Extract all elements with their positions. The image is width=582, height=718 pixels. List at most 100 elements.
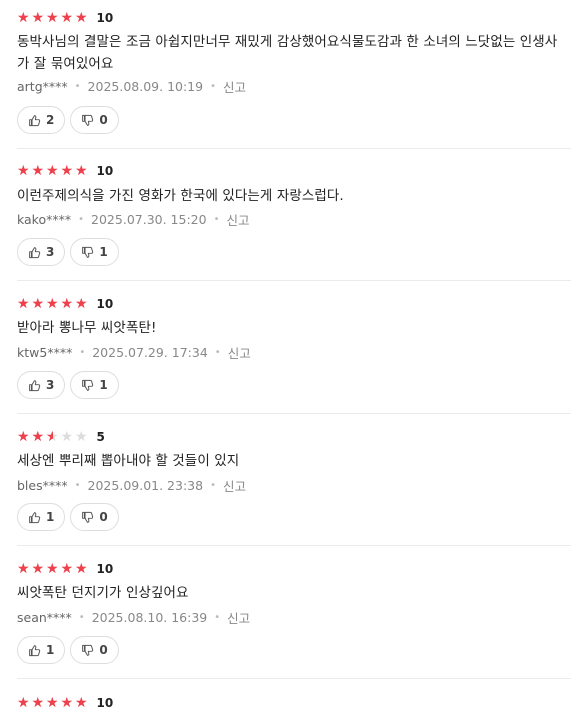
star-rating: ★★★★★★★★★★ xyxy=(17,430,90,444)
dislike-count: 0 xyxy=(99,510,108,524)
review-text: 씨앗폭탄 던지기가 인상깊어요 xyxy=(17,585,189,601)
star-rating: ★★★★★★★★★★ xyxy=(17,164,90,178)
review-meta: kako**** • 2025.07.30. 15:20 • 신고 xyxy=(17,210,250,229)
like-button[interactable]: 1 xyxy=(17,503,66,531)
review-item: ★ ★ ★ ★ ★ ★ ★ ★ ★ ★ 10 씨앗폭탄 던지기가 인상깊어요 sean**** •… xyxy=(17,546,571,679)
reviewer-id: ktw5**** xyxy=(17,345,73,360)
dislike-count: 1 xyxy=(99,378,108,392)
star-icon: ★★ xyxy=(60,163,74,179)
dislike-button[interactable]: 0 xyxy=(70,503,119,531)
star-icon: ★★ xyxy=(46,695,59,711)
dislike-count: 0 xyxy=(99,113,108,127)
separator-dot: • xyxy=(78,214,85,225)
star-icon: ★★ xyxy=(75,296,88,312)
review-item: ★ ★ ★ ★ ★ ★ ★ ★ ★ ★ 10 xyxy=(17,679,571,718)
report-link[interactable]: 신고 xyxy=(223,476,246,495)
thumbs-down-icon xyxy=(82,246,94,258)
vote-buttons: 2 0 xyxy=(17,106,124,134)
star-icon: ★★ xyxy=(46,163,59,179)
star-icon: ★★ xyxy=(75,10,88,26)
star-icon: ★★ xyxy=(60,429,74,445)
separator-dot: • xyxy=(74,480,81,491)
reviewer-id: bles**** xyxy=(17,478,68,493)
star-icon: ★★ xyxy=(17,163,30,179)
star-icon: ★★ xyxy=(46,296,59,312)
star-icon: ★★ xyxy=(17,429,30,445)
rating-score: 10 xyxy=(96,297,114,311)
vote-buttons: 1 0 xyxy=(17,503,124,531)
star-icon: ★★ xyxy=(60,10,74,26)
review-meta: ktw5**** • 2025.07.29. 17:34 • 신고 xyxy=(17,343,251,362)
star-icon: ★★ xyxy=(17,695,30,711)
star-icon: ★★ xyxy=(60,561,74,577)
like-button[interactable]: 1 xyxy=(17,636,66,664)
review-text: 동박사님의 결말은 조금 아쉽지만너무 재밌게 감상했어요식물도감과 한 소녀의… xyxy=(17,34,558,72)
rating-score: 5 xyxy=(96,430,105,444)
review-item: ★ ★ ★ ★ ★ ★ ★ ★ ★ ★ 10 받아라 뽕나무 씨앗폭탄! ktw5**** • 2… xyxy=(17,281,571,414)
star-rating: ★★★★★★★★★★ xyxy=(17,696,90,710)
review-text: 이런주제의식을 가진 영화가 한국에 있다는게 자랑스럽다. xyxy=(17,188,344,204)
report-link[interactable]: 신고 xyxy=(226,210,249,229)
review-text: 세상엔 뿌리째 뽑아내야 할 것들이 있지 xyxy=(17,453,240,469)
star-icon: ★★ xyxy=(46,429,59,445)
review-date: 2025.08.09. 10:19 xyxy=(87,79,204,94)
report-link[interactable]: 신고 xyxy=(223,77,246,96)
star-icon: ★★ xyxy=(75,695,88,711)
dislike-button[interactable]: 0 xyxy=(70,106,119,134)
star-icon: ★★ xyxy=(17,561,30,577)
like-button[interactable]: 3 xyxy=(17,371,66,399)
rating-row: ★ ★ ★ ★ ★ ★ ★ ★ ★ ★ 10 xyxy=(17,10,113,26)
like-count: 2 xyxy=(46,113,55,127)
review-meta: artg**** • 2025.08.09. 10:19 • 신고 xyxy=(17,77,246,96)
thumbs-up-icon xyxy=(29,246,41,258)
rating-row: ★ ★ ★ ★ ★ ★ ★ ★ ★ ★ 10 xyxy=(17,163,113,179)
star-icon: ★★ xyxy=(17,296,30,312)
like-count: 1 xyxy=(46,510,55,524)
review-text: 받아라 뽕나무 씨앗폭탄! xyxy=(17,320,157,336)
star-icon: ★★ xyxy=(17,10,30,26)
star-icon: ★★ xyxy=(60,695,74,711)
reviewer-id: artg**** xyxy=(17,79,68,94)
report-link[interactable]: 신고 xyxy=(228,343,251,362)
review-item: ★★★★★★★★★★ 5 세상엔 뿌리째 뽑아내야 할 것들이 있지 bles*… xyxy=(17,414,571,546)
reviewer-id: sean**** xyxy=(17,610,72,625)
dislike-button[interactable]: 1 xyxy=(70,238,119,266)
star-icon: ★★ xyxy=(75,163,88,179)
like-count: 1 xyxy=(46,643,55,657)
star-rating: ★★★★★★★★★★ xyxy=(17,297,90,311)
rating-score: 10 xyxy=(96,164,114,178)
rating-row: ★★★★★★★★★★ 5 xyxy=(17,429,105,445)
separator-dot: • xyxy=(210,81,216,92)
review-date: 2025.08.10. 16:39 xyxy=(91,610,208,625)
like-count: 3 xyxy=(46,378,55,392)
star-icon: ★★ xyxy=(46,10,59,26)
star-icon: ★★ xyxy=(75,429,88,445)
rating-score: 10 xyxy=(96,562,114,576)
star-icon: ★★ xyxy=(31,163,45,179)
thumbs-down-icon xyxy=(82,379,94,391)
star-rating: ★★★★★★★★★★ xyxy=(17,562,90,576)
dislike-button[interactable]: 0 xyxy=(70,636,119,664)
separator-dot: • xyxy=(79,347,86,358)
rating-score: 10 xyxy=(96,11,114,25)
separator-dot: • xyxy=(78,612,85,623)
dislike-count: 1 xyxy=(99,245,108,259)
like-count: 3 xyxy=(46,245,55,259)
separator-dot: • xyxy=(214,612,221,623)
thumbs-down-icon xyxy=(82,644,94,656)
review-list: ★ ★ ★ ★ ★ ★ ★ ★ ★ ★ 10 동박사님의 결말은 조금 아쉽지만너무 재밌게 감상… xyxy=(0,0,571,718)
star-icon: ★★ xyxy=(31,695,45,711)
dislike-button[interactable]: 1 xyxy=(70,371,119,399)
thumbs-down-icon xyxy=(82,114,94,126)
thumbs-down-icon xyxy=(82,511,94,523)
thumbs-up-icon xyxy=(29,379,41,391)
like-button[interactable]: 2 xyxy=(17,106,66,134)
like-button[interactable]: 3 xyxy=(17,238,66,266)
thumbs-up-icon xyxy=(29,114,41,126)
rating-row: ★ ★ ★ ★ ★ ★ ★ ★ ★ ★ 10 xyxy=(17,695,113,711)
vote-buttons: 1 0 xyxy=(17,636,124,664)
separator-dot: • xyxy=(210,480,216,491)
review-item: ★ ★ ★ ★ ★ ★ ★ ★ ★ ★ 10 이런주제의식을 가진 영화가 한국에 있다는게 자랑… xyxy=(17,149,571,281)
report-link[interactable]: 신고 xyxy=(227,608,250,627)
rating-row: ★ ★ ★ ★ ★ ★ ★ ★ ★ ★ 10 xyxy=(17,296,113,312)
